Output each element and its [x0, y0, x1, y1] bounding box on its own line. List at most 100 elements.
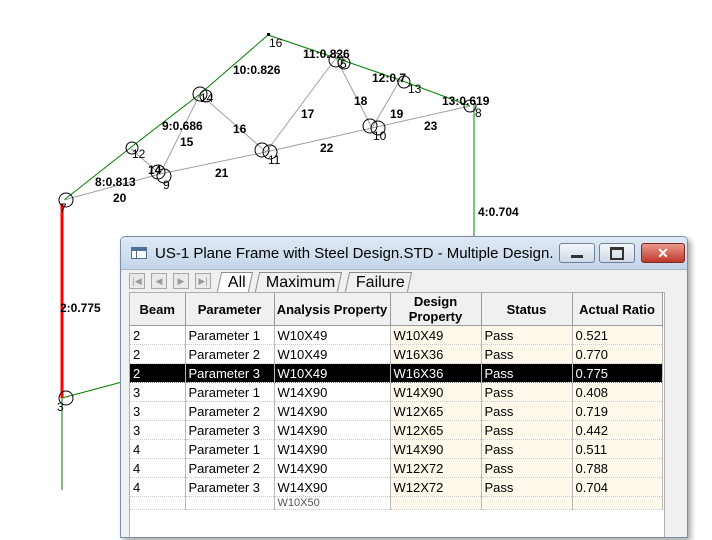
cell-parameter: Parameter 2: [185, 401, 275, 421]
member-label: 12:0.7: [372, 71, 406, 85]
tab-maximum[interactable]: Maximum: [254, 272, 343, 292]
table-row[interactable]: 3 Parameter 3 W14X90 W12X65 Pass 0.442: [130, 420, 663, 440]
node-label: 7: [60, 201, 67, 215]
cell-ratio: 0.704: [572, 477, 663, 497]
node-label: 14: [200, 91, 214, 105]
cell-status: Pass: [481, 401, 573, 421]
prev-tab-button[interactable]: ◀: [151, 273, 167, 289]
cell-beam: 3: [130, 401, 186, 421]
member-label: 10:0.826: [233, 63, 281, 77]
member-label: 9:0.686: [162, 119, 203, 133]
table-row[interactable]: 2 Parameter 2 W10X49 W16X36 Pass 0.770: [130, 344, 663, 364]
member-label: 2:0.775: [60, 301, 101, 315]
cell-status: Pass: [481, 458, 573, 478]
cell-ratio: 0.719: [572, 401, 663, 421]
cell-beam: 4: [130, 458, 186, 478]
table-row[interactable]: 4 Parameter 3 W14X90 W12X72 Pass 0.704: [130, 477, 663, 497]
tab-label: All: [227, 274, 246, 291]
cell-beam: 4: [130, 477, 186, 497]
cell-beam: 2: [130, 325, 186, 345]
cell-status: Pass: [481, 344, 573, 364]
first-tab-button[interactable]: |◀: [129, 273, 145, 289]
cell-beam: 2: [130, 344, 186, 364]
cell-parameter: Parameter 1: [185, 382, 275, 402]
member-label: 17: [301, 107, 315, 121]
table-row[interactable]: 3 Parameter 2 W14X90 W12X65 Pass 0.719: [130, 401, 663, 421]
close-icon: ✕: [657, 245, 669, 261]
table-row-partial[interactable]: W10X50: [130, 496, 663, 510]
cell-parameter: Parameter 1: [185, 439, 275, 459]
column-header-design-property[interactable]: Design Property: [390, 293, 482, 326]
node-label: 11: [268, 153, 281, 167]
member-label: 16: [233, 122, 247, 136]
cell-analysis: W14X90: [274, 477, 391, 497]
maximize-icon: [610, 247, 624, 260]
cell-parameter: Parameter 2: [185, 344, 275, 364]
cell-ratio: 0.511: [572, 439, 663, 459]
cell-design: W16X36: [390, 344, 482, 364]
cell-design: W14X90: [390, 439, 482, 459]
multiple-design-window[interactable]: US-1 Plane Frame with Steel Design.STD -…: [120, 236, 688, 538]
maximize-button[interactable]: [599, 243, 635, 263]
cell-analysis: W14X90: [274, 458, 391, 478]
column-header-parameter[interactable]: Parameter: [185, 293, 275, 326]
cell-parameter: Parameter 3: [185, 477, 275, 497]
node-label: 10: [373, 129, 387, 143]
member-label: 19: [390, 107, 404, 121]
table-body: 2 Parameter 1 W10X49 W10X49 Pass 0.521 2 Parame…: [130, 325, 663, 510]
results-table[interactable]: Beam Parameter Analysis Property Design …: [129, 292, 665, 537]
cell-ratio: 0.788: [572, 458, 663, 478]
cell-parameter: Parameter 3: [185, 420, 275, 440]
column-header-status[interactable]: Status: [481, 293, 573, 326]
node-label: 12: [132, 147, 146, 161]
member-label: 14: [148, 163, 162, 177]
member-label: 18: [354, 94, 368, 108]
table-row[interactable]: 4 Parameter 2 W14X90 W12X72 Pass 0.788: [130, 458, 663, 478]
table-row[interactable]: 3 Parameter 1 W14X90 W14X90 Pass 0.408: [130, 382, 663, 402]
cell-design: W12X72: [390, 477, 482, 497]
cell-beam: 3: [130, 382, 186, 402]
table-row[interactable]: 2 Parameter 3 W10X49 W16X36 Pass 0.775: [130, 363, 663, 383]
column-header-analysis-property[interactable]: Analysis Property: [274, 293, 391, 326]
cell-design: W14X90: [390, 382, 482, 402]
minimize-button[interactable]: [559, 243, 595, 263]
cell-status: Pass: [481, 325, 573, 345]
column-header-beam[interactable]: Beam: [130, 293, 186, 326]
cell-beam: 2: [130, 363, 186, 383]
cell-partial: W10X50: [274, 496, 391, 510]
cell-beam: 3: [130, 420, 186, 440]
cell-analysis: W14X90: [274, 382, 391, 402]
cell-analysis: W10X49: [274, 344, 391, 364]
table-window-icon: [131, 247, 147, 259]
member-label: 15: [180, 135, 194, 149]
cell-design: W12X72: [390, 458, 482, 478]
cell-partial: [481, 496, 573, 510]
table-row[interactable]: 2 Parameter 1 W10X49 W10X49 Pass 0.521: [130, 325, 663, 345]
table-header-row: Beam Parameter Analysis Property Design …: [130, 293, 663, 326]
member-label: 21: [215, 166, 229, 180]
cell-beam: 4: [130, 439, 186, 459]
tab-failure[interactable]: Failure: [344, 272, 413, 292]
cell-status: Pass: [481, 420, 573, 440]
window-titlebar[interactable]: US-1 Plane Frame with Steel Design.STD -…: [121, 237, 687, 270]
cell-partial: [390, 496, 482, 510]
cell-partial: [130, 496, 186, 510]
tab-all[interactable]: All: [216, 272, 253, 292]
close-button[interactable]: ✕: [641, 243, 685, 263]
table-row[interactable]: 4 Parameter 1 W14X90 W14X90 Pass 0.511: [130, 439, 663, 459]
cell-analysis: W14X90: [274, 401, 391, 421]
node-label: 5: [340, 57, 347, 71]
tab-label: Failure: [355, 274, 405, 291]
cell-parameter: Parameter 1: [185, 325, 275, 345]
member-label: 4:0.704: [478, 205, 519, 219]
member-3[interactable]: [61, 381, 123, 399]
cell-analysis: W14X90: [274, 420, 391, 440]
last-tab-button[interactable]: ▶|: [195, 273, 211, 289]
member-label: 13:0.619: [442, 94, 490, 108]
cell-ratio: 0.408: [572, 382, 663, 402]
member-label: 22: [320, 141, 334, 155]
cell-analysis: W10X49: [274, 325, 391, 345]
next-tab-button[interactable]: ▶: [173, 273, 189, 289]
web-member[interactable]: [159, 93, 201, 175]
column-header-actual-ratio[interactable]: Actual Ratio: [572, 293, 663, 326]
